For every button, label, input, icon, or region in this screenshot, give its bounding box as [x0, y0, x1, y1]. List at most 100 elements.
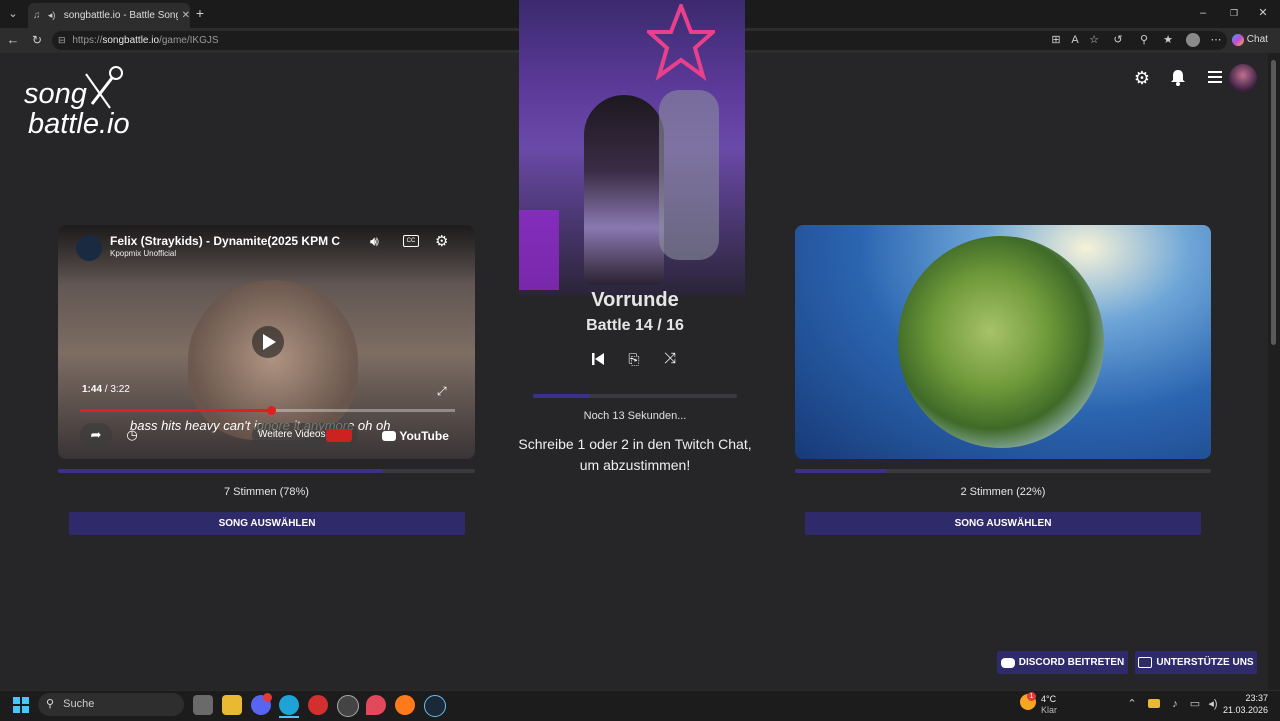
tray-app-icon[interactable] — [1148, 699, 1160, 708]
app-available-icon[interactable]: ⊞ — [1050, 33, 1062, 47]
favorite-star-icon[interactable]: ☆ — [1088, 33, 1100, 47]
speaker-tray-icon[interactable]: ◂) — [1207, 697, 1219, 711]
map-pin-app-icon[interactable] — [366, 695, 386, 715]
timer-bar-fill — [533, 394, 591, 398]
new-tab-icon[interactable]: + — [193, 6, 207, 20]
copilot-chat-button[interactable]: Chat — [1232, 32, 1274, 48]
hamburger-menu-icon[interactable] — [1208, 71, 1222, 83]
songbattle-logo[interactable]: song battle.io — [22, 64, 142, 144]
fullscreen-icon[interactable]: ⤢ — [437, 384, 447, 399]
tab-menu-chevron-icon[interactable]: ⌄ — [6, 7, 20, 21]
microphone-icon[interactable]: ♪ — [1169, 697, 1181, 711]
clock-date[interactable]: 21.03.2026 — [1222, 705, 1268, 715]
user-avatar[interactable] — [1229, 64, 1257, 92]
app-icon-red[interactable] — [308, 695, 328, 715]
task-view-icon[interactable] — [193, 695, 213, 715]
copilot-icon — [1232, 34, 1244, 46]
timer-bar-track — [533, 394, 737, 398]
support-cup-icon — [1138, 657, 1153, 668]
discord-badge — [263, 693, 272, 702]
left-votes-text: 7 Stimmen (78%) — [224, 486, 309, 498]
left-vote-bar-fill — [58, 469, 384, 473]
minimize-icon[interactable]: – — [1196, 6, 1210, 20]
reload-icon[interactable]: ↻ — [30, 33, 44, 47]
logo-line-1: song — [24, 78, 87, 110]
previous-icon[interactable] — [591, 352, 605, 366]
close-window-icon[interactable]: ✕ — [1256, 6, 1270, 20]
more-videos-button[interactable]: Weitere Videos — [252, 423, 358, 447]
refresh-extension-icon[interactable]: ↺ — [1112, 33, 1124, 47]
songbattle-favicon-icon: ♫ — [33, 10, 41, 21]
youtube-play-icon — [382, 430, 396, 441]
video-title[interactable]: Felix (Straykids) - Dynamite(2025 KPM C — [110, 234, 355, 248]
settings-gear-icon[interactable]: ⚙ — [1132, 68, 1152, 88]
vote-instruction-line-1: Schreibe 1 oder 2 in den Twitch Chat, — [518, 436, 752, 452]
file-explorer-icon[interactable] — [222, 695, 242, 715]
firefox-icon[interactable] — [395, 695, 415, 715]
tray-chevron-icon[interactable]: ⌃ — [1126, 697, 1138, 711]
left-video-player[interactable]: Felix (Straykids) - Dynamite(2025 KPM C … — [58, 225, 475, 459]
channel-avatar[interactable] — [76, 235, 102, 261]
streamer-webcam — [519, 0, 745, 296]
scrollbar-thumb[interactable] — [1271, 60, 1276, 345]
url-domain: songbattle.io — [102, 35, 160, 46]
site-info-icon[interactable]: ⊟ — [58, 35, 66, 45]
browser-tab[interactable]: ♫ ◂) songbattle.io - Battle Songs a ✕ — [28, 3, 190, 28]
discord-join-button[interactable]: DISCORD BEITRETEN — [997, 651, 1128, 674]
skip-vote-icon[interactable]: ⎘ — [625, 350, 643, 368]
extensions-icon[interactable]: ⚲ — [1138, 33, 1150, 47]
left-select-song-button[interactable]: SONG AUSWÄHLEN — [69, 512, 465, 535]
profile-avatar[interactable] — [1186, 33, 1200, 47]
volume-icon[interactable]: 🔊︎ — [370, 233, 379, 250]
back-icon[interactable]: ← — [6, 33, 20, 47]
video-settings-gear-icon[interactable]: ⚙ — [435, 232, 448, 250]
timer-text: Noch 13 Sekunden... — [583, 410, 687, 422]
weather-badge: 1 — [1027, 692, 1036, 701]
right-votes-text: 2 Stimmen (22%) — [960, 486, 1046, 498]
support-button[interactable]: UNTERSTÜTZE UNS — [1135, 651, 1257, 674]
steam-icon[interactable] — [424, 695, 446, 717]
close-tab-icon[interactable]: ✕ — [182, 10, 190, 21]
favorites-icon[interactable]: ★ — [1162, 33, 1174, 47]
shuffle-icon[interactable]: ⤨ — [661, 350, 679, 368]
discord-icon — [1000, 657, 1015, 668]
weather-temp[interactable]: 4°C — [1041, 694, 1056, 704]
tab-title: songbattle.io - Battle Songs a — [63, 10, 178, 21]
more-options-icon[interactable]: ⋯ — [1210, 33, 1222, 47]
youtube-label: YouTube — [399, 428, 449, 443]
youtube-logo[interactable]: YouTube — [382, 428, 449, 443]
play-button[interactable] — [252, 326, 284, 358]
logo-line-2: battle.io — [28, 108, 130, 140]
search-icon: ⚲ — [46, 698, 55, 710]
round-title: Vorrunde — [591, 289, 679, 311]
right-vote-bar-track — [795, 469, 1211, 473]
taskbar-search[interactable]: ⚲ Suche — [38, 693, 184, 716]
url-path: /game/IKGJS — [159, 35, 219, 46]
left-vote-bar-track — [58, 469, 475, 473]
more-videos-label: Weitere Videos — [258, 429, 326, 440]
clock-time[interactable]: 23:37 — [1226, 693, 1268, 703]
share-icon[interactable]: ➦ — [80, 423, 112, 447]
windows-taskbar — [0, 690, 1280, 721]
right-vote-bar-fill — [795, 469, 887, 473]
translate-icon[interactable]: A — [1069, 33, 1081, 47]
support-label: UNTERSTÜTZE UNS — [1156, 657, 1254, 668]
right-video-player[interactable] — [795, 225, 1211, 459]
search-label: Suche — [63, 698, 95, 710]
display-icon[interactable]: ▭ — [1189, 697, 1201, 711]
edge-icon[interactable] — [279, 695, 299, 715]
notification-bell-icon[interactable] — [1170, 69, 1186, 86]
obs-icon[interactable] — [337, 695, 359, 717]
battle-counter: Battle 14 / 16 — [586, 317, 684, 334]
captions-icon[interactable]: CC — [403, 235, 419, 247]
restore-icon[interactable]: ❐ — [1227, 6, 1241, 20]
edge-active-indicator — [279, 716, 299, 718]
watch-later-icon[interactable]: ◷ — [120, 423, 144, 447]
right-select-song-button[interactable]: SONG AUSWÄHLEN — [805, 512, 1201, 535]
discord-label: DISCORD BEITRETEN — [1018, 657, 1125, 668]
channel-name[interactable]: Kpopmix Unofficial — [110, 249, 176, 258]
video-progress-fill — [80, 409, 272, 412]
weather-desc[interactable]: Klar — [1041, 705, 1057, 715]
planet-thumbnail-image — [898, 236, 1104, 448]
windows-start-icon[interactable] — [13, 697, 29, 713]
